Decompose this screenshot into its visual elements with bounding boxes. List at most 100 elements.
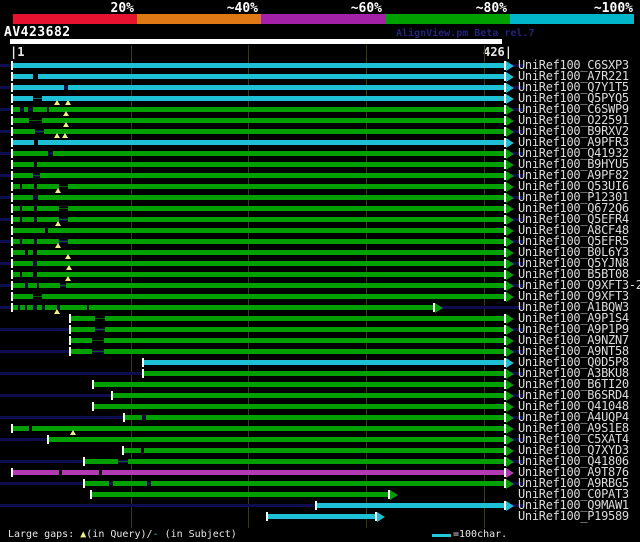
arrowhead-icon <box>505 115 514 126</box>
alignment-start-tick <box>11 281 13 290</box>
alignment-bar-segment[interactable] <box>37 195 504 200</box>
alignment-bar-segment[interactable] <box>70 327 96 332</box>
arrowhead-icon <box>505 445 514 456</box>
alignment-bar-segment[interactable] <box>113 481 148 486</box>
alignment-row[interactable]: UniRef100_P19589 <box>0 510 640 522</box>
alignment-bar-segment[interactable] <box>36 206 59 211</box>
alignment-bar-segment[interactable] <box>49 107 504 112</box>
alignment-bar-segment[interactable] <box>13 250 25 255</box>
alignment-bar-segment[interactable] <box>103 338 504 343</box>
alignment-bar-segment[interactable] <box>102 470 504 475</box>
alignment-start-tick <box>141 358 144 367</box>
alignment-bar-segment[interactable] <box>22 206 35 211</box>
alignment-bar-segment[interactable] <box>13 470 59 475</box>
alignment-bar-segment[interactable] <box>23 107 29 112</box>
alignment-bar-segment[interactable] <box>28 250 33 255</box>
alignment-bar-segment[interactable] <box>84 459 118 464</box>
alignment-bar-segment[interactable] <box>70 338 92 343</box>
alignment-bar-segment[interactable] <box>68 206 504 211</box>
alignment-bar-segment[interactable] <box>13 63 504 68</box>
alignment-bar-segment[interactable] <box>13 239 21 244</box>
alignment-bar-segment[interactable] <box>62 470 99 475</box>
alignment-bar-segment[interactable] <box>22 239 35 244</box>
alignment-bar-segment[interactable] <box>38 283 61 288</box>
gap-legend: Large gaps: ▲(in Query)/- (in Subject) <box>8 529 237 542</box>
alignment-bar-segment[interactable] <box>36 162 504 167</box>
alignment-bar-segment[interactable] <box>104 327 504 332</box>
alignment-bar-segment[interactable] <box>70 316 96 321</box>
alignment-bar-segment[interactable] <box>42 96 504 101</box>
alignment-bar-segment[interactable] <box>53 151 504 156</box>
alignment-bar-segment[interactable] <box>103 349 504 354</box>
alignment-bar-segment[interactable] <box>65 283 504 288</box>
alignment-bar-segment[interactable] <box>104 316 504 321</box>
alignment-bar-segment[interactable] <box>13 305 18 310</box>
alignment-bar-segment[interactable] <box>143 360 504 365</box>
alignment-bar-segment[interactable] <box>33 107 48 112</box>
alignment-bar-segment[interactable] <box>13 140 35 145</box>
alignment-bar-segment[interactable] <box>143 448 504 453</box>
alignment-bar-segment[interactable] <box>60 305 88 310</box>
alignment-bar-segment[interactable] <box>42 118 504 123</box>
alignment-bar-segment[interactable] <box>13 96 33 101</box>
alignment-bar-segment[interactable] <box>68 85 504 90</box>
alignment-bar-segment[interactable] <box>48 228 504 233</box>
alignment-bar-segment[interactable] <box>49 437 504 442</box>
alignment-bar-segment[interactable] <box>42 294 504 299</box>
alignment-bar-segment[interactable] <box>268 514 376 519</box>
alignment-bar-segment[interactable] <box>37 74 504 79</box>
alignment-bar-segment[interactable] <box>13 283 25 288</box>
alignment-bar-segment[interactable] <box>20 305 25 310</box>
alignment-bar-segment[interactable] <box>84 481 110 486</box>
alignment-bar-segment[interactable] <box>13 184 21 189</box>
alignment-bar-segment[interactable] <box>13 195 33 200</box>
alignment-bar-segment[interactable] <box>316 503 504 508</box>
alignment-bar-segment[interactable] <box>13 118 30 123</box>
alignment-bar-segment[interactable] <box>13 85 64 90</box>
alignment-bar-segment[interactable] <box>37 140 504 145</box>
alignment-bar-segment[interactable] <box>143 371 504 376</box>
alignment-bar-segment[interactable] <box>13 173 33 178</box>
alignment-bar-segment[interactable] <box>13 217 21 222</box>
alignment-bar-segment[interactable] <box>89 305 433 310</box>
alignment-bar-segment[interactable] <box>28 283 37 288</box>
alignment-bar-segment[interactable] <box>128 459 504 464</box>
alignment-bar-segment[interactable] <box>13 206 21 211</box>
alignment-bar-segment[interactable] <box>36 305 43 310</box>
alignment-bar-segment[interactable] <box>68 217 504 222</box>
alignment-bar-segment[interactable] <box>13 74 33 79</box>
alignment-bar-segment[interactable] <box>36 272 504 277</box>
alignment-bar-segment[interactable] <box>13 129 36 134</box>
alignment-bar-segment[interactable] <box>13 151 49 156</box>
alignment-bar-segment[interactable] <box>113 393 504 398</box>
alignment-bar-segment[interactable] <box>43 129 504 134</box>
alignment-bar-segment[interactable] <box>13 107 21 112</box>
alignment-bar-segment[interactable] <box>70 349 92 354</box>
alignment-bar-segment[interactable] <box>13 261 33 266</box>
alignment-bar-segment[interactable] <box>27 305 33 310</box>
hit-label[interactable]: UniRef100_P19589 <box>518 510 629 522</box>
alignment-bar-segment[interactable] <box>36 250 504 255</box>
alignment-bar-segment[interactable] <box>68 184 504 189</box>
alignment-bar-segment[interactable] <box>22 184 35 189</box>
alignment-bar-segment[interactable] <box>150 481 504 486</box>
alignment-bar-segment[interactable] <box>22 272 33 277</box>
alignment-bar-segment[interactable] <box>40 173 504 178</box>
gap-bridge-line <box>58 219 69 220</box>
alignment-bar-segment[interactable] <box>94 382 504 387</box>
alignment-bar-segment[interactable] <box>13 162 35 167</box>
alignment-bar-segment[interactable] <box>145 415 504 420</box>
alignment-start-tick <box>11 149 13 158</box>
alignment-bar-segment[interactable] <box>91 492 389 497</box>
alignment-bar-segment[interactable] <box>13 294 33 299</box>
alignment-bar-segment[interactable] <box>94 404 504 409</box>
alignment-bar-segment[interactable] <box>22 217 35 222</box>
alignment-bar-segment[interactable] <box>13 426 30 431</box>
alignment-bar-segment[interactable] <box>68 239 504 244</box>
alignment-bar-segment[interactable] <box>36 261 504 266</box>
alignment-bar-segment[interactable] <box>124 415 143 420</box>
alignment-bar-segment[interactable] <box>13 272 21 277</box>
alignment-bar-segment[interactable] <box>123 448 142 453</box>
alignment-bar-segment[interactable] <box>13 228 45 233</box>
alignment-bar-segment[interactable] <box>31 426 504 431</box>
